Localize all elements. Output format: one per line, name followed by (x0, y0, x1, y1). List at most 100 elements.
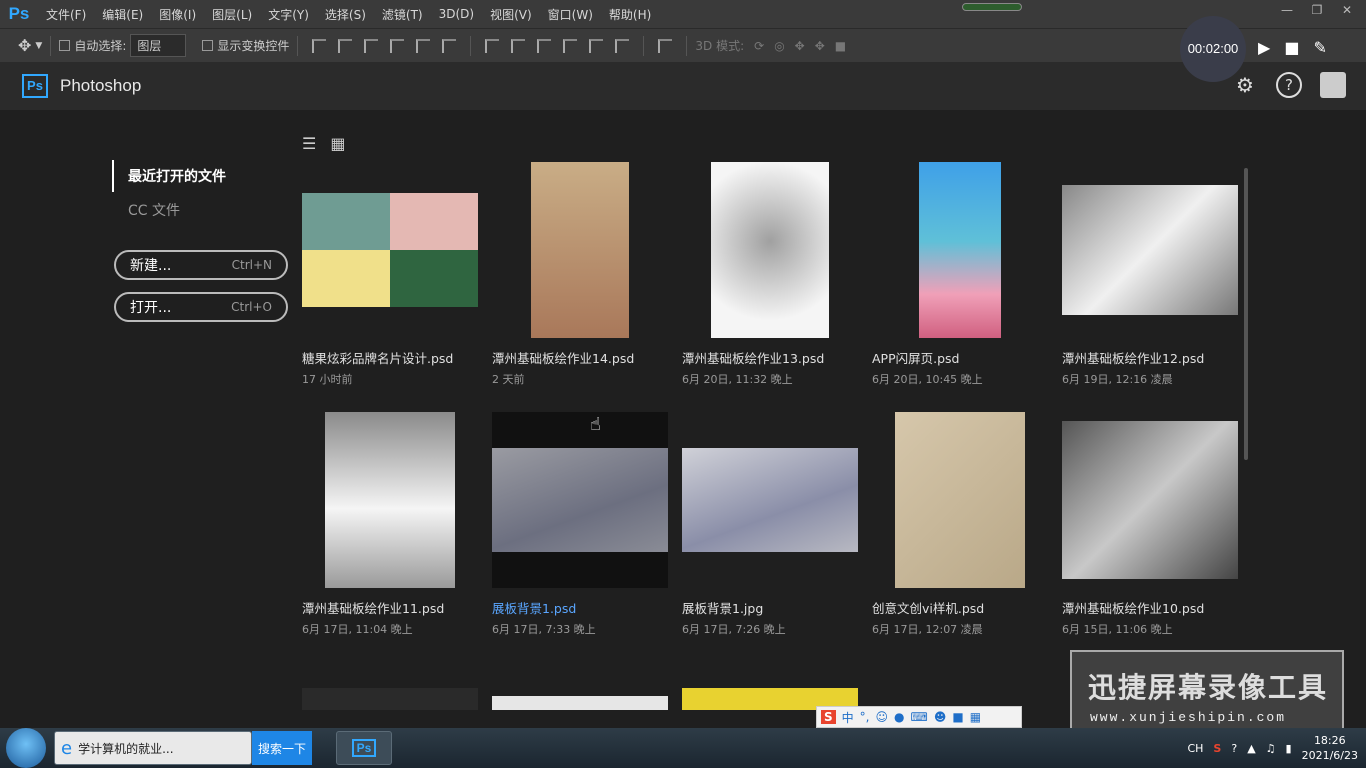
file-card[interactable]: 创意文创vi样机.psd 6月 17日, 12:07 凌晨 (872, 412, 1048, 637)
network-icon[interactable]: ▲ (1247, 742, 1255, 755)
keyboard-icon[interactable]: ⌨ (911, 710, 928, 724)
new-button[interactable]: 新建... Ctrl+N (114, 250, 288, 280)
align-bottom-icon[interactable] (364, 38, 379, 53)
file-card[interactable]: 潭州基础板绘作业14.psd 2 天前 (492, 162, 668, 387)
clock[interactable]: 18:26 2021/6/23 (1302, 733, 1358, 763)
file-card[interactable]: 潭州基础板绘作业10.psd 6月 15日, 11:06 晚上 (1062, 412, 1238, 637)
scrollbar[interactable] (1244, 168, 1248, 460)
pan-3d-icon[interactable]: ✥ (795, 39, 805, 53)
file-thumbnail[interactable] (682, 162, 858, 338)
play-icon[interactable]: ▶ (1258, 38, 1270, 57)
slide-3d-icon[interactable]: ✥ (815, 39, 825, 53)
file-card[interactable]: 潭州基础板绘作业11.psd 6月 17日, 11:04 晚上 (302, 412, 478, 637)
user-icon[interactable]: ☻ (934, 710, 947, 724)
file-card[interactable]: 潭州基础板绘作业12.psd 6月 19日, 12:16 凌晨 (1062, 162, 1238, 387)
align-top-icon[interactable] (312, 38, 327, 53)
search-button[interactable]: 搜索一下 (252, 731, 313, 765)
list-view-icon[interactable]: ☰ (302, 134, 316, 153)
layer-select[interactable]: 图层 (130, 34, 187, 57)
distribute-right-icon[interactable] (615, 38, 630, 53)
skin-icon[interactable]: ■ (952, 710, 963, 724)
chevron-down-icon[interactable]: ▼ (35, 41, 42, 51)
restore-icon[interactable]: ❐ (1304, 3, 1330, 21)
file-name[interactable]: 潭州基础板绘作业13.psd (682, 348, 858, 367)
minimize-icon[interactable]: — (1274, 3, 1300, 21)
file-card[interactable]: 展板背景1.jpg 6月 17日, 7:26 晚上 (682, 412, 858, 637)
file-thumbnail[interactable] (1062, 412, 1238, 588)
partial-thumbnail[interactable] (302, 688, 478, 710)
distribute-bottom-icon[interactable] (537, 38, 552, 53)
help-tray-icon[interactable]: ? (1231, 742, 1237, 755)
file-name[interactable]: 潭州基础板绘作业10.psd (1062, 598, 1238, 617)
punctuation-icon[interactable]: °, (860, 710, 870, 724)
open-button[interactable]: 打开... Ctrl+O (114, 292, 288, 322)
file-card[interactable]: APP闪屏页.psd 6月 20日, 10:45 晚上 (872, 162, 1048, 387)
file-card[interactable]: 展板背景1.psd 6月 17日, 7:33 晚上 (492, 412, 668, 637)
partial-thumbnail[interactable] (492, 696, 668, 710)
menu-window[interactable]: 窗口(W) (540, 6, 601, 23)
file-thumbnail[interactable] (302, 162, 478, 338)
menu-select[interactable]: 选择(S) (317, 6, 374, 23)
align-vcenter-icon[interactable] (338, 38, 353, 53)
file-name[interactable]: 糖果炫彩品牌名片设计.psd (302, 348, 478, 367)
menu-edit[interactable]: 编辑(E) (94, 6, 151, 23)
language-indicator[interactable]: CH (1187, 742, 1203, 755)
menu-grid-icon[interactable]: ▦ (970, 710, 981, 724)
file-thumbnail[interactable] (872, 162, 1048, 338)
menu-3d[interactable]: 3D(D) (431, 7, 482, 21)
file-thumbnail[interactable] (682, 412, 858, 588)
auto-align-icon[interactable] (658, 38, 673, 53)
distribute-top-icon[interactable] (485, 38, 500, 53)
menu-layer[interactable]: 图层(L) (204, 6, 260, 23)
file-thumbnail[interactable] (302, 412, 478, 588)
distribute-left-icon[interactable] (563, 38, 578, 53)
file-name[interactable]: 潭州基础板绘作业12.psd (1062, 348, 1238, 367)
show-transform-checkbox[interactable] (202, 40, 214, 51)
menu-help[interactable]: 帮助(H) (601, 6, 659, 23)
auto-select-checkbox[interactable] (59, 40, 71, 51)
user-avatar-icon[interactable] (1320, 72, 1346, 98)
app-logo[interactable]: Ps (0, 4, 38, 24)
ime-mode[interactable]: 中 (842, 709, 854, 726)
file-name[interactable]: 创意文创vi样机.psd (872, 598, 1048, 617)
file-card[interactable]: 糖果炫彩品牌名片设计.psd 17 小时前 (302, 162, 478, 387)
menu-image[interactable]: 图像(I) (151, 6, 204, 23)
sogou-tray-icon[interactable]: S (1213, 742, 1221, 755)
start-button[interactable] (6, 728, 46, 768)
rotate-3d-icon[interactable]: ⟳ (754, 39, 764, 53)
menu-view[interactable]: 视图(V) (482, 6, 540, 23)
move-tool-icon[interactable]: ✥ (18, 36, 31, 55)
sidebar-item-recent[interactable]: 最近打开的文件 (112, 160, 292, 192)
gear-icon[interactable]: ⚙ (1232, 72, 1258, 98)
roll-3d-icon[interactable]: ◎ (774, 39, 784, 53)
camera-3d-icon[interactable]: ■ (835, 39, 846, 53)
grid-view-icon[interactable]: ▦ (330, 134, 345, 153)
file-card[interactable]: 潭州基础板绘作业13.psd 6月 20日, 11:32 晚上 (682, 162, 858, 387)
browser-task[interactable]: e 学计算机的就业... (54, 731, 252, 765)
align-right-icon[interactable] (442, 38, 457, 53)
file-thumbnail[interactable] (1062, 162, 1238, 338)
photoshop-task[interactable]: Ps (336, 731, 393, 765)
microphone-icon[interactable]: ● (894, 710, 904, 724)
menu-file[interactable]: 文件(F) (38, 6, 94, 23)
menu-type[interactable]: 文字(Y) (260, 6, 317, 23)
battery-icon[interactable]: ▮ (1286, 742, 1292, 755)
file-thumbnail[interactable] (492, 162, 668, 338)
sogou-icon[interactable]: S (821, 710, 836, 724)
file-name[interactable]: 潭州基础板绘作业14.psd (492, 348, 668, 367)
file-name[interactable]: 展板背景1.psd (492, 598, 668, 617)
file-name[interactable]: APP闪屏页.psd (872, 348, 1048, 367)
help-icon[interactable]: ? (1276, 72, 1302, 98)
emoji-icon[interactable]: ☺ (876, 710, 889, 724)
align-left-icon[interactable] (390, 38, 405, 53)
close-icon[interactable]: ✕ (1334, 3, 1360, 21)
sidebar-item-cc-files[interactable]: CC 文件 (112, 192, 292, 226)
file-thumbnail[interactable] (492, 412, 668, 588)
file-thumbnail[interactable] (872, 412, 1048, 588)
file-name[interactable]: 展板背景1.jpg (682, 598, 858, 617)
file-name[interactable]: 潭州基础板绘作业11.psd (302, 598, 478, 617)
menu-filter[interactable]: 滤镜(T) (374, 6, 431, 23)
stop-icon[interactable]: ■ (1284, 38, 1299, 57)
pen-icon[interactable]: ✎ (1313, 38, 1326, 57)
align-hcenter-icon[interactable] (416, 38, 431, 53)
